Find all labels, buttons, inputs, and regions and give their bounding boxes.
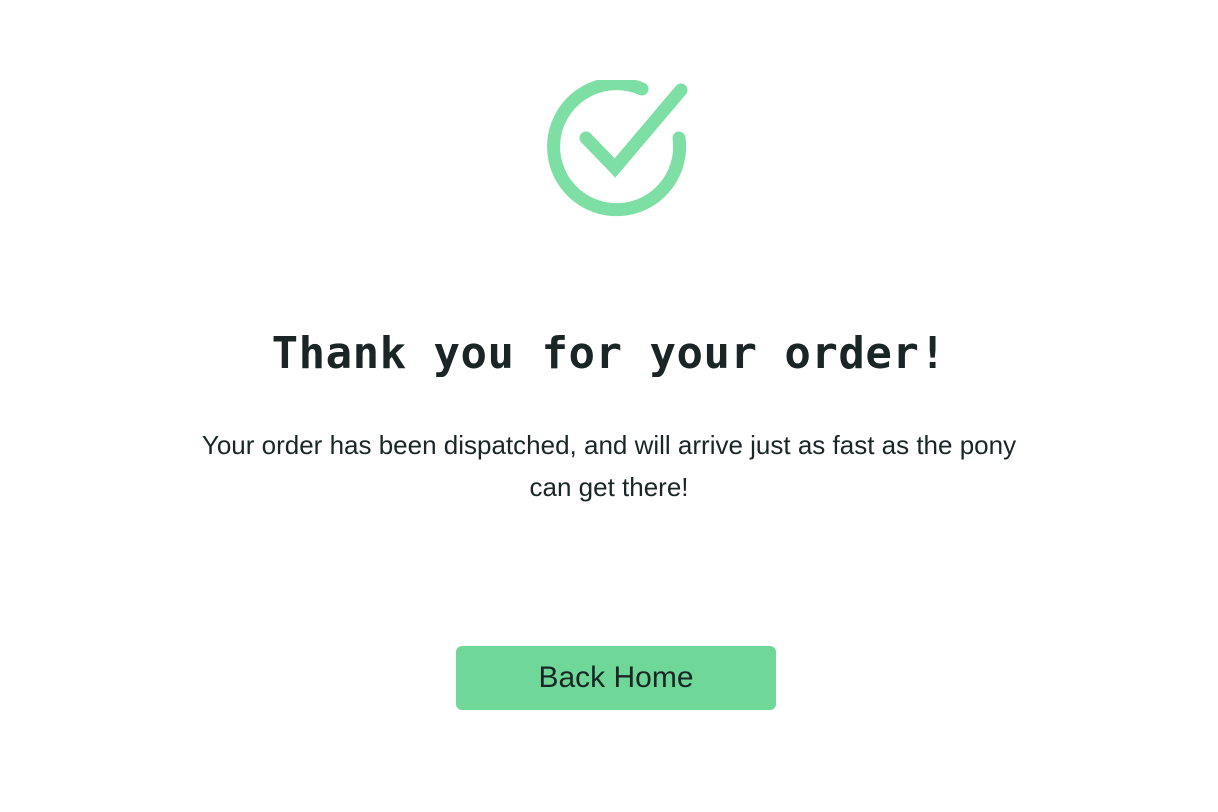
confirmation-message: Your order has been dispatched, and will…: [201, 430, 1017, 502]
back-home-button[interactable]: Back Home: [456, 646, 776, 710]
page-title: Thank you for your order!: [271, 328, 947, 379]
order-confirmation-page: Thank you for your order! Your order has…: [0, 0, 1218, 812]
check-circle-icon: [547, 80, 688, 217]
